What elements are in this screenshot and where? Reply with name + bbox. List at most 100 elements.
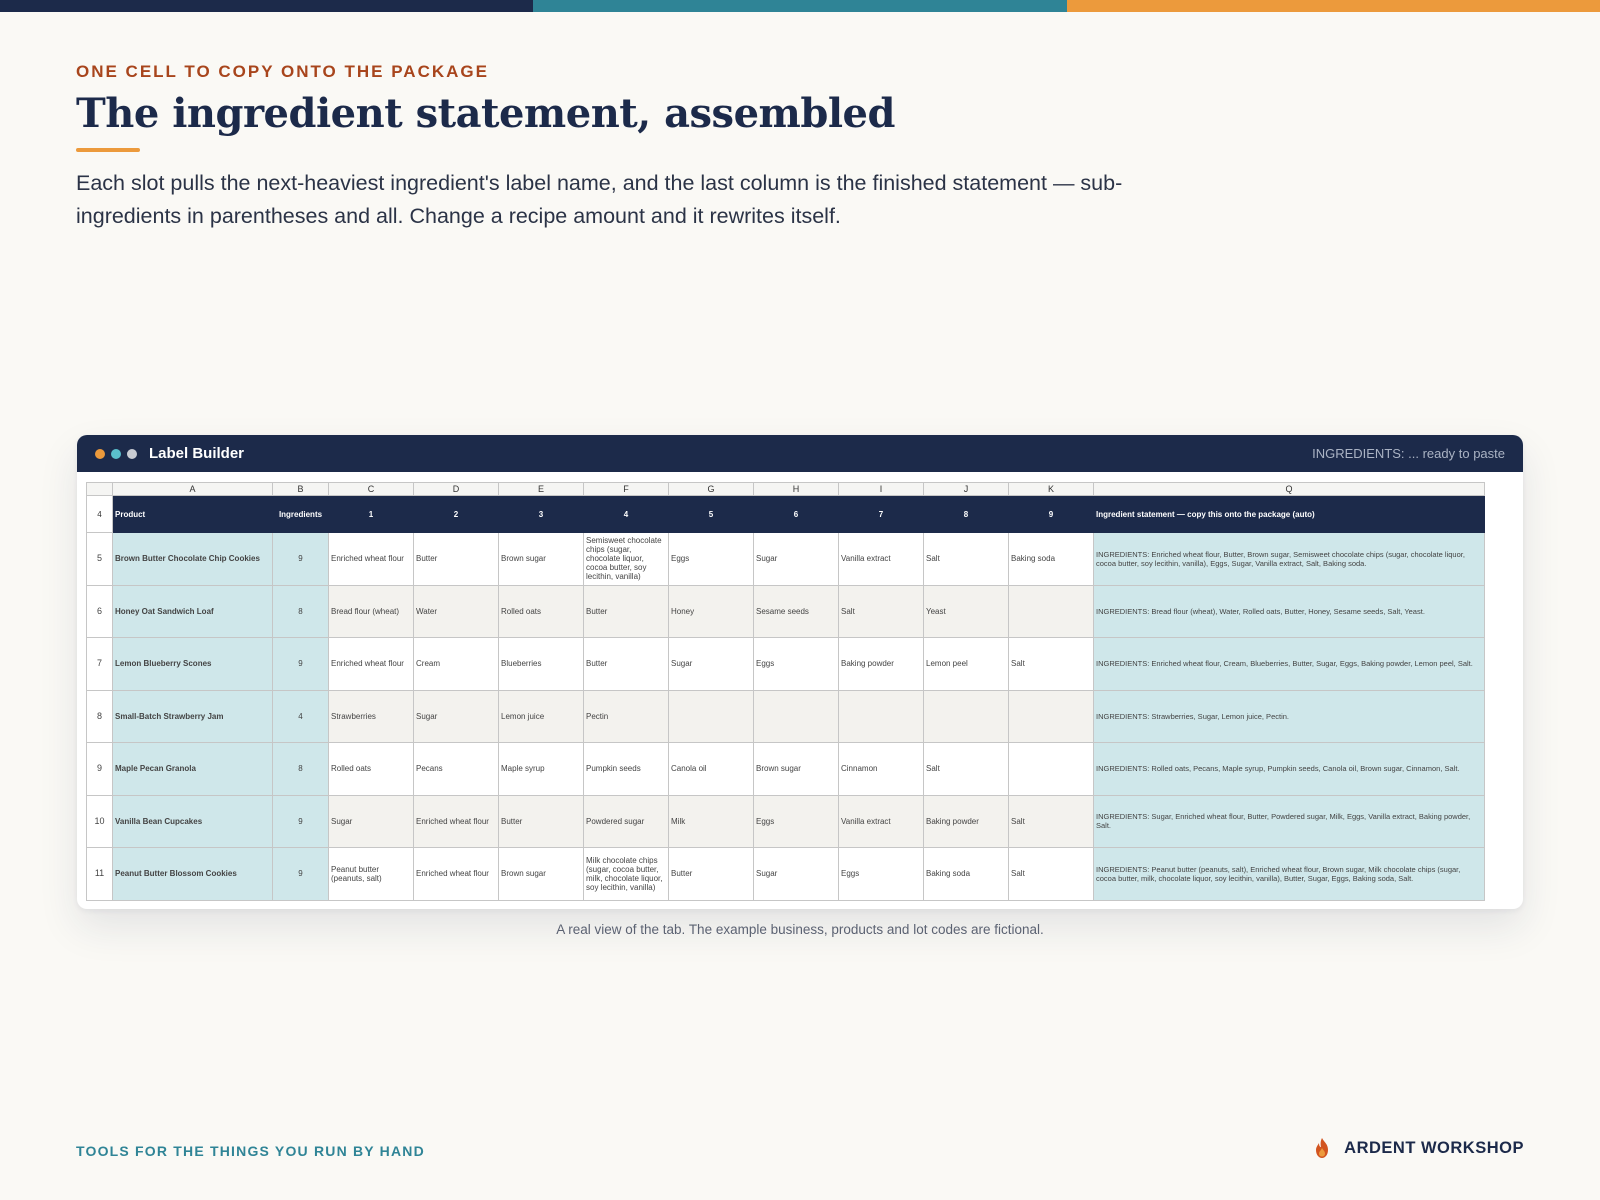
column-letter[interactable]: K	[1008, 482, 1094, 496]
ingredient-count-cell[interactable]: 8	[272, 584, 329, 638]
ingredient-slot-cell[interactable]: Salt	[838, 584, 924, 638]
ingredient-slot-cell[interactable]: Baking powder	[838, 637, 924, 691]
ingredient-statement-cell[interactable]: INGREDIENTS: Peanut butter (peanuts, sal…	[1093, 847, 1485, 901]
row-number[interactable]: 10	[86, 794, 113, 848]
ingredient-slot-cell[interactable]: Pecans	[413, 742, 499, 796]
header-cell[interactable]: 2	[413, 495, 499, 533]
ingredient-slot-cell[interactable]: Rolled oats	[498, 584, 584, 638]
ingredient-count-cell[interactable]: 9	[272, 637, 329, 691]
ingredient-slot-cell[interactable]: Maple syrup	[498, 742, 584, 796]
ingredient-slot-cell[interactable]: Brown sugar	[498, 847, 584, 901]
header-cell[interactable]: Ingredient statement — copy this onto th…	[1093, 495, 1485, 533]
product-name-cell[interactable]: Peanut Butter Blossom Cookies	[112, 847, 273, 901]
column-letter[interactable]: F	[583, 482, 669, 496]
ingredient-slot-cell[interactable]: Lemon juice	[498, 689, 584, 743]
ingredient-slot-cell[interactable]: Vanilla extract	[838, 532, 924, 586]
ingredient-slot-cell[interactable]: Pumpkin seeds	[583, 742, 669, 796]
header-cell[interactable]: 4	[583, 495, 669, 533]
ingredient-slot-cell[interactable]: Eggs	[753, 794, 839, 848]
header-cell[interactable]: 8	[923, 495, 1009, 533]
ingredient-slot-cell[interactable]: Brown sugar	[753, 742, 839, 796]
ingredient-slot-cell[interactable]: Butter	[583, 637, 669, 691]
row-number[interactable]: 11	[86, 847, 113, 901]
column-letter[interactable]: J	[923, 482, 1009, 496]
ingredient-slot-cell[interactable]: Brown sugar	[498, 532, 584, 586]
product-name-cell[interactable]: Small-Batch Strawberry Jam	[112, 689, 273, 743]
ingredient-slot-cell[interactable]: Enriched wheat flour	[413, 847, 499, 901]
ingredient-slot-cell[interactable]: Yeast	[923, 584, 1009, 638]
ingredient-slot-cell[interactable]: Milk	[668, 794, 754, 848]
ingredient-slot-cell[interactable]: Cream	[413, 637, 499, 691]
column-letter[interactable]: D	[413, 482, 499, 496]
ingredient-slot-cell[interactable]: Sugar	[753, 532, 839, 586]
ingredient-statement-cell[interactable]: INGREDIENTS: Enriched wheat flour, Butte…	[1093, 532, 1485, 586]
ingredient-slot-cell[interactable]: Butter	[668, 847, 754, 901]
column-letter[interactable]: E	[498, 482, 584, 496]
product-name-cell[interactable]: Honey Oat Sandwich Loaf	[112, 584, 273, 638]
ingredient-slot-cell[interactable]: Honey	[668, 584, 754, 638]
ingredient-count-cell[interactable]: 9	[272, 532, 329, 586]
header-cell[interactable]: Ingredients	[272, 495, 329, 533]
ingredient-slot-cell[interactable]	[923, 689, 1009, 743]
ingredient-slot-cell[interactable]: Salt	[1008, 794, 1094, 848]
ingredient-slot-cell[interactable]	[1008, 742, 1094, 796]
ingredient-slot-cell[interactable]: Powdered sugar	[583, 794, 669, 848]
column-letter[interactable]: B	[272, 482, 329, 496]
ingredient-count-cell[interactable]: 8	[272, 742, 329, 796]
header-cell[interactable]: 9	[1008, 495, 1094, 533]
column-letter[interactable]: A	[112, 482, 273, 496]
ingredient-slot-cell[interactable]: Salt	[923, 532, 1009, 586]
ingredient-slot-cell[interactable]: Bread flour (wheat)	[328, 584, 414, 638]
row-number[interactable]: 6	[86, 584, 113, 638]
ingredient-slot-cell[interactable]: Sugar	[668, 637, 754, 691]
ingredient-statement-cell[interactable]: INGREDIENTS: Strawberries, Sugar, Lemon …	[1093, 689, 1485, 743]
ingredient-count-cell[interactable]: 4	[272, 689, 329, 743]
row-number[interactable]: 5	[86, 532, 113, 586]
column-letter[interactable]: Q	[1093, 482, 1485, 496]
ingredient-slot-cell[interactable]: Blueberries	[498, 637, 584, 691]
header-cell[interactable]: 7	[838, 495, 924, 533]
ingredient-slot-cell[interactable]: Canola oil	[668, 742, 754, 796]
header-cell[interactable]: 6	[753, 495, 839, 533]
ingredient-statement-cell[interactable]: INGREDIENTS: Sugar, Enriched wheat flour…	[1093, 794, 1485, 848]
header-cell[interactable]: 5	[668, 495, 754, 533]
ingredient-slot-cell[interactable]: Water	[413, 584, 499, 638]
ingredient-slot-cell[interactable]	[1008, 584, 1094, 638]
ingredient-slot-cell[interactable]: Eggs	[838, 847, 924, 901]
ingredient-statement-cell[interactable]: INGREDIENTS: Rolled oats, Pecans, Maple …	[1093, 742, 1485, 796]
ingredient-slot-cell[interactable]: Enriched wheat flour	[328, 637, 414, 691]
ingredient-slot-cell[interactable]: Salt	[1008, 637, 1094, 691]
ingredient-slot-cell[interactable]: Enriched wheat flour	[413, 794, 499, 848]
ingredient-slot-cell[interactable]: Semisweet chocolate chips (sugar, chocol…	[583, 532, 669, 586]
ingredient-slot-cell[interactable]	[668, 689, 754, 743]
ingredient-slot-cell[interactable]: Strawberries	[328, 689, 414, 743]
ingredient-slot-cell[interactable]: Salt	[923, 742, 1009, 796]
ingredient-slot-cell[interactable]: Pectin	[583, 689, 669, 743]
ingredient-count-cell[interactable]: 9	[272, 794, 329, 848]
ingredient-statement-cell[interactable]: INGREDIENTS: Bread flour (wheat), Water,…	[1093, 584, 1485, 638]
row-number[interactable]: 7	[86, 637, 113, 691]
product-name-cell[interactable]: Maple Pecan Granola	[112, 742, 273, 796]
corner-cell[interactable]	[86, 482, 113, 496]
ingredient-slot-cell[interactable]: Peanut butter (peanuts, salt)	[328, 847, 414, 901]
header-cell[interactable]: 1	[328, 495, 414, 533]
row-number[interactable]: 9	[86, 742, 113, 796]
ingredient-slot-cell[interactable]: Butter	[498, 794, 584, 848]
column-letter[interactable]: C	[328, 482, 414, 496]
column-letter[interactable]: G	[668, 482, 754, 496]
header-cell[interactable]: 3	[498, 495, 584, 533]
column-letter[interactable]: I	[838, 482, 924, 496]
row-number[interactable]: 8	[86, 689, 113, 743]
header-cell[interactable]: Product	[112, 495, 273, 533]
ingredient-slot-cell[interactable]: Sugar	[753, 847, 839, 901]
product-name-cell[interactable]: Brown Butter Chocolate Chip Cookies	[112, 532, 273, 586]
ingredient-slot-cell[interactable]	[838, 689, 924, 743]
ingredient-slot-cell[interactable]	[1008, 689, 1094, 743]
ingredient-slot-cell[interactable]: Cinnamon	[838, 742, 924, 796]
ingredient-slot-cell[interactable]: Milk chocolate chips (sugar, cocoa butte…	[583, 847, 669, 901]
ingredient-slot-cell[interactable]: Sugar	[413, 689, 499, 743]
ingredient-slot-cell[interactable]: Enriched wheat flour	[328, 532, 414, 586]
ingredient-count-cell[interactable]: 9	[272, 847, 329, 901]
ingredient-slot-cell[interactable]: Eggs	[753, 637, 839, 691]
ingredient-slot-cell[interactable]: Baking soda	[923, 847, 1009, 901]
